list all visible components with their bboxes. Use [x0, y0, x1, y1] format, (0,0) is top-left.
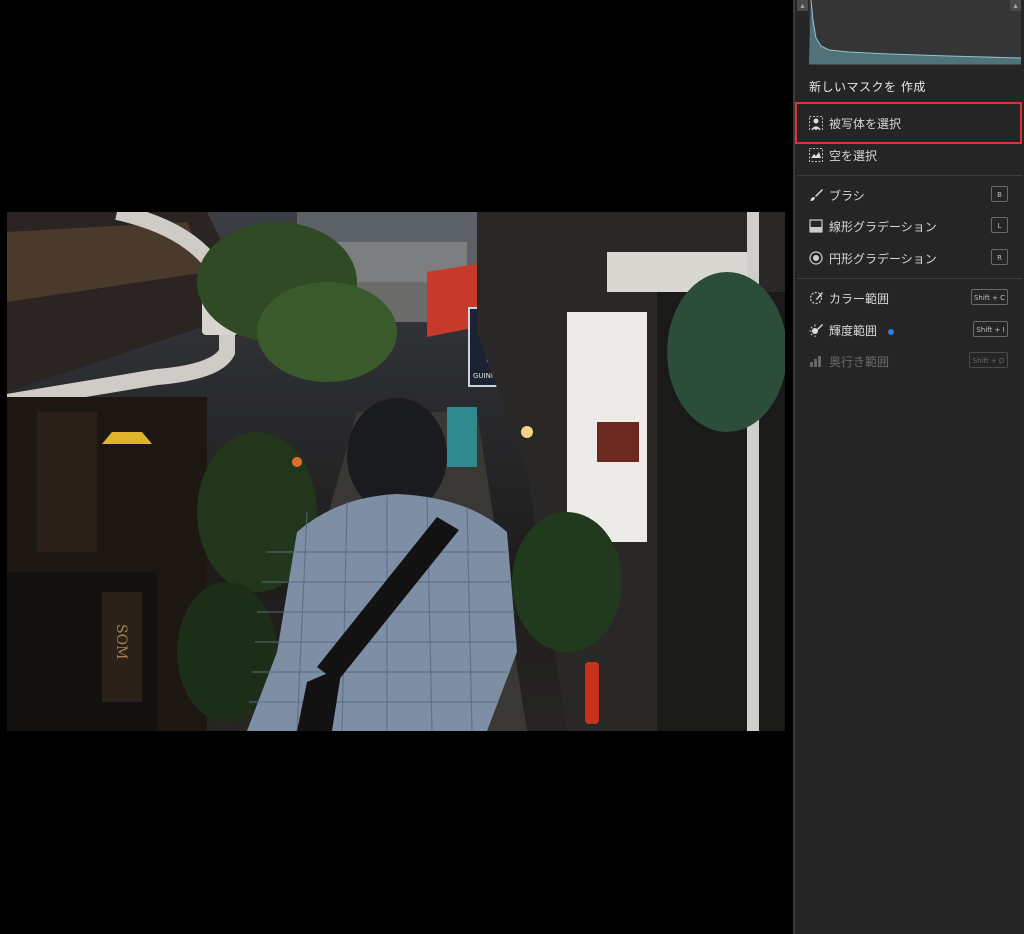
color-range-icon	[809, 291, 823, 305]
brush-icon	[810, 189, 823, 201]
depth-range-shortcut: Shift + D	[969, 352, 1008, 368]
linear-gradient-label: 線形グラデーション	[829, 220, 937, 234]
select-sky-label: 空を選択	[829, 149, 878, 163]
depth-range-button: 奥行き範囲 Shift + D	[795, 347, 1024, 375]
luminance-range-button[interactable]: 輝度範囲 Shift + I	[795, 316, 1024, 344]
brush-button[interactable]: ブラシ B	[795, 181, 1024, 209]
color-range-shortcut: Shift + C	[971, 289, 1008, 305]
highlight-box	[795, 102, 1022, 144]
alley-photo-illustration: SOM GUINNESS	[7, 212, 785, 731]
luminance-range-icon	[809, 324, 823, 337]
color-range-button[interactable]: カラー範囲 Shift + C	[795, 284, 1024, 312]
radial-gradient-label: 円形グラデーション	[829, 252, 937, 266]
divider	[797, 175, 1022, 176]
radial-gradient-button[interactable]: 円形グラデーション R	[795, 244, 1024, 272]
sky-icon	[809, 148, 823, 162]
vertical-sign-text: SOM	[113, 624, 129, 659]
color-range-label: カラー範囲	[829, 292, 890, 306]
depth-range-label: 奥行き範囲	[829, 355, 890, 369]
histogram	[809, 0, 1021, 65]
depth-range-icon	[810, 356, 821, 367]
linear-gradient-shortcut: L	[991, 217, 1008, 233]
masking-panel: ▴ ▴ 新しいマスクを 作成 被写体を選択 空を選択 ブラシ B 線形グラデーシ…	[793, 0, 1024, 934]
image-canvas[interactable]: SOM GUINNESS	[0, 0, 793, 934]
luminance-range-shortcut: Shift + I	[973, 321, 1008, 337]
divider	[797, 278, 1022, 279]
linear-gradient-icon	[809, 219, 823, 233]
luminance-range-label: 輝度範囲	[829, 324, 878, 338]
radial-gradient-shortcut: R	[991, 249, 1008, 265]
histogram-clip-highlights-button[interactable]: ▴	[1010, 0, 1021, 11]
radial-gradient-icon	[809, 251, 823, 265]
photo-preview[interactable]: SOM GUINNESS	[7, 212, 785, 731]
new-mask-title: 新しいマスクを 作成	[809, 80, 926, 94]
select-sky-button[interactable]: 空を選択	[795, 141, 1024, 169]
histogram-clip-shadows-button[interactable]: ▴	[797, 0, 808, 11]
brush-label: ブラシ	[829, 189, 865, 203]
new-feature-dot	[888, 329, 894, 335]
brush-shortcut: B	[991, 186, 1008, 202]
linear-gradient-button[interactable]: 線形グラデーション L	[795, 212, 1024, 240]
